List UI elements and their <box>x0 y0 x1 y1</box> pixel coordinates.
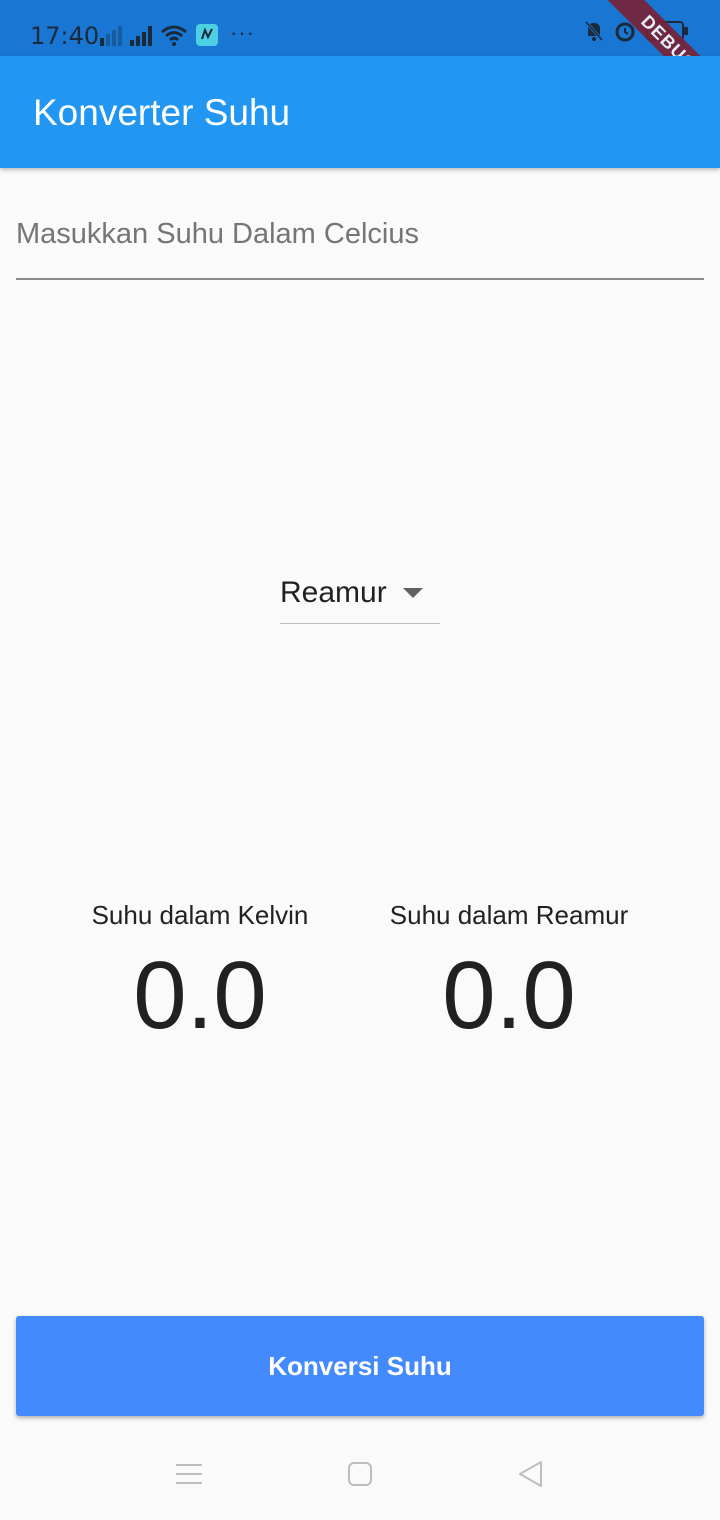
status-time: 17:40 <box>30 22 100 50</box>
signal-icon <box>130 24 152 46</box>
dropdown-selected-value: Reamur <box>280 575 387 609</box>
convert-button[interactable]: Konversi Suhu <box>16 1316 704 1416</box>
battery-icon <box>646 20 690 42</box>
app-bar: Konverter Suhu <box>0 56 720 168</box>
wifi-icon <box>160 24 188 46</box>
status-right-icons <box>584 20 690 42</box>
signal-x-icon <box>100 24 122 46</box>
navigation-bar <box>0 1430 720 1520</box>
kelvin-value: 0.0 <box>133 942 267 1049</box>
alarm-icon <box>614 20 636 42</box>
celsius-input[interactable] <box>16 200 704 264</box>
home-icon[interactable] <box>347 1460 373 1493</box>
unit-dropdown[interactable]: Reamur <box>280 562 440 624</box>
app-notification-icon <box>196 24 218 46</box>
status-left-icons: ··· <box>100 20 255 46</box>
dropdown-arrow-icon <box>402 587 423 598</box>
status-more: ··· <box>230 20 255 45</box>
reamur-label: Suhu dalam Reamur <box>389 900 629 930</box>
status-bar: 17:40 ··· <box>0 0 720 56</box>
page-title: Konverter Suhu <box>33 92 291 133</box>
back-icon[interactable] <box>517 1460 545 1493</box>
mute-icon <box>584 20 604 42</box>
reamur-value: 0.0 <box>442 942 576 1049</box>
celsius-field <box>16 200 704 280</box>
kelvin-result: Suhu dalam Kelvin 0.0 <box>70 900 330 1046</box>
reamur-result: Suhu dalam Reamur 0.0 <box>379 900 639 1046</box>
kelvin-label: Suhu dalam Kelvin <box>91 900 309 930</box>
menu-icon[interactable] <box>175 1460 203 1493</box>
